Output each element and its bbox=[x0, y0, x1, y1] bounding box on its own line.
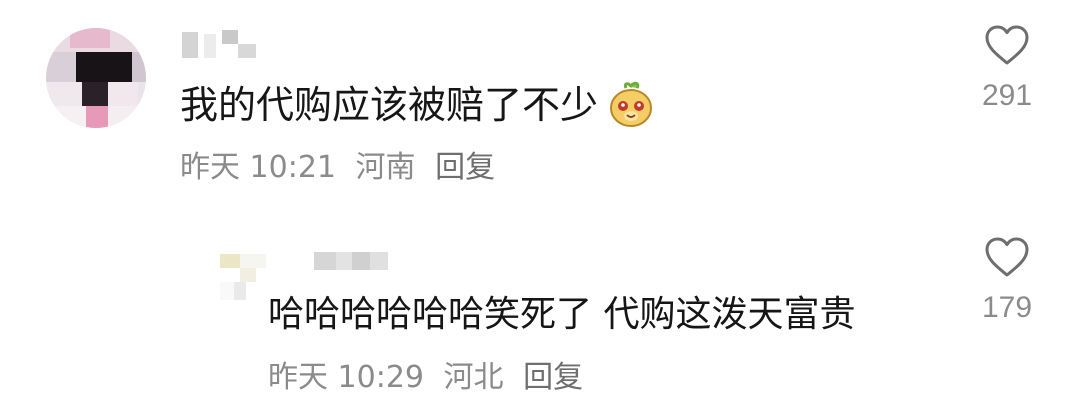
comment-time: 昨天 10:29 bbox=[268, 360, 424, 395]
username-blur bbox=[182, 30, 256, 58]
username-pixelated[interactable] bbox=[182, 30, 262, 66]
comment-time: 昨天 10:21 bbox=[180, 150, 336, 185]
avatar-pixelated bbox=[220, 254, 266, 300]
heart-icon bbox=[985, 25, 1029, 65]
comment-location: 河北 bbox=[443, 360, 504, 395]
reply-button[interactable]: 回复 bbox=[435, 150, 495, 185]
smiling-face-sticker-icon bbox=[606, 80, 656, 130]
like-button[interactable]: 179 bbox=[972, 236, 1042, 326]
heart-icon bbox=[985, 237, 1029, 277]
comment-location: 河南 bbox=[355, 150, 416, 185]
comment-text: 我的代购应该被赔了不少 bbox=[180, 83, 599, 127]
comment-meta: 昨天 10:29 河北 回复 bbox=[268, 358, 593, 398]
username-blur bbox=[314, 252, 388, 270]
comment-body: 我的代购应该被赔了不少 bbox=[180, 80, 656, 130]
comment-meta: 昨天 10:21 河南 回复 bbox=[180, 148, 505, 188]
like-count: 291 bbox=[981, 79, 1033, 112]
like-count: 179 bbox=[981, 291, 1033, 324]
comment-thread: 我的代购应该被赔了不少 昨天 10:21 河南 回复 291 哈哈哈哈哈哈笑死了… bbox=[0, 0, 1080, 420]
username-pixelated[interactable] bbox=[314, 252, 388, 272]
avatar[interactable] bbox=[46, 28, 146, 128]
comment-text: 哈哈哈哈哈哈笑死了 代购这泼天富贵 bbox=[268, 294, 856, 335]
reply-button[interactable]: 回复 bbox=[523, 360, 583, 395]
avatar[interactable] bbox=[220, 254, 266, 300]
like-button[interactable]: 291 bbox=[972, 24, 1042, 114]
